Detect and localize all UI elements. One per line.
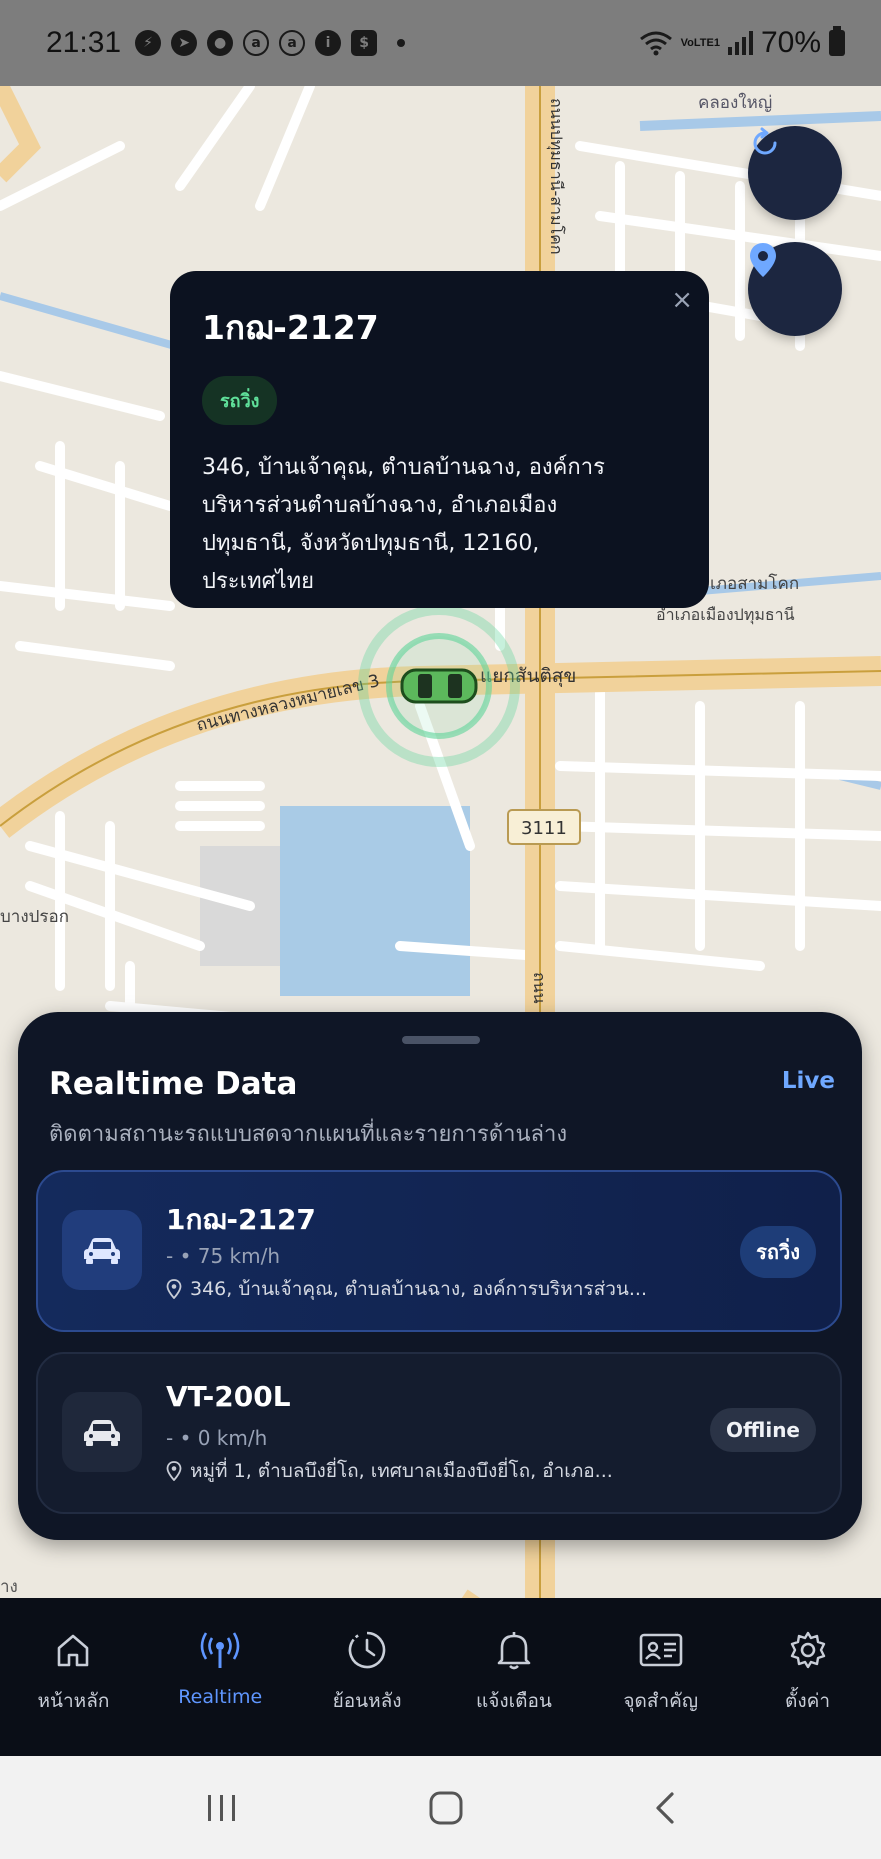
- popup-address: 346, บ้านเจ้าคุณ, ตำบลบ้านฉาง, องค์การ บ…: [202, 449, 677, 601]
- location-pin-icon: [750, 243, 776, 277]
- nav-item-settings[interactable]: ตั้งค่า: [734, 1598, 881, 1756]
- wifi-icon: [639, 31, 672, 56]
- gear-icon: [790, 1631, 825, 1669]
- refresh-button[interactable]: [748, 126, 842, 220]
- line-icon: ●: [207, 30, 234, 56]
- status-badge: รถวิ่ง: [740, 1226, 816, 1278]
- nav-label: แจ้งเตือน: [475, 1690, 552, 1712]
- bottom-navigation: หน้าหลัก Realtime ย้อนหลัง แจ้งเตือน จุด…: [0, 1598, 881, 1756]
- vehicle-address-text: หมู่ที่ 1, ตำบลบึงยี่โถ, เทศบาลเมืองบึงย…: [190, 1460, 613, 1482]
- vehicle-speed: - • 0 km/h: [166, 1426, 268, 1450]
- map-label-khlong: คลองใหญ่: [698, 92, 772, 113]
- info-icon: i: [315, 30, 342, 56]
- volte-indicator: VoLTE1: [680, 36, 720, 49]
- status-bar: 21:31 ⚡ ➤ ● a a i $ VoLTE1 70%: [0, 0, 881, 86]
- vehicle-name: 1กฌ-2127: [166, 1203, 316, 1236]
- map-label-district-1: เภอสามโคก: [710, 573, 799, 594]
- map-label-district-2: อำเภอเมืองปทุมธานี: [656, 605, 795, 625]
- nav-item-alerts[interactable]: แจ้งเตือน: [440, 1598, 587, 1756]
- address-line: ปทุมธานี, จังหวัดปทุมธานี, 12160,: [202, 531, 540, 556]
- battery-percent: 70%: [760, 26, 821, 59]
- vehicle-card[interactable]: VT-200L - • 0 km/h หมู่ที่ 1, ตำบลบึงยี่…: [36, 1352, 842, 1514]
- messenger-icon: ⚡: [135, 30, 162, 56]
- vehicle-address-text: 346, บ้านเจ้าคุณ, ตำบลบ้านฉาง, องค์การบร…: [190, 1278, 647, 1300]
- nav-item-realtime[interactable]: Realtime: [147, 1598, 294, 1756]
- nav-item-history[interactable]: ย้อนหลัง: [294, 1598, 441, 1756]
- back-icon[interactable]: [653, 1791, 677, 1825]
- sheet-subtitle: ติดตามสถานะรถแบบสดจากแผนที่และรายการด้าน…: [49, 1122, 568, 1147]
- status-badge: Offline: [710, 1408, 816, 1452]
- location-pin-icon: [166, 1279, 182, 1299]
- address-line: ประเทศไทย: [202, 569, 315, 594]
- telegram-icon: ➤: [171, 30, 198, 56]
- status-badge: รถวิ่ง: [202, 376, 278, 425]
- realtime-sheet: Realtime Data Live ติดตามสถานะรถแบบสดจาก…: [18, 1012, 862, 1540]
- car-icon: [62, 1392, 142, 1472]
- map-label-junction: แยกสันติสุข: [480, 665, 576, 688]
- vehicle-name: VT-200L: [166, 1380, 291, 1413]
- nav-label: Realtime: [178, 1686, 263, 1708]
- bell-icon: [497, 1632, 531, 1670]
- nav-label: หน้าหลัก: [37, 1690, 110, 1712]
- nav-label: ตั้งค่า: [785, 1690, 831, 1712]
- refresh-icon: [753, 127, 777, 155]
- nav-label: ย้อนหลัง: [332, 1690, 402, 1712]
- vehicle-card[interactable]: 1กฌ-2127 - • 75 km/h 346, บ้านเจ้าคุณ, ต…: [36, 1170, 842, 1332]
- signal-icon: [727, 31, 753, 55]
- vehicle-speed: - • 75 km/h: [166, 1244, 281, 1268]
- water-area: [280, 806, 470, 996]
- home-icon: [58, 1634, 89, 1667]
- broadcast-icon: [200, 1632, 240, 1668]
- map-label-corner: าง: [0, 1577, 18, 1597]
- battery-icon: [829, 26, 845, 56]
- map-label-road-south: ถนน: [530, 972, 549, 1004]
- car-icon: [62, 1210, 142, 1290]
- vehicle-address: 346, บ้านเจ้าคุณ, ตำบลบ้านฉาง, องค์การบร…: [166, 1274, 647, 1304]
- nav-item-places[interactable]: จุดสำคัญ: [587, 1598, 734, 1756]
- system-navigation-bar: [0, 1756, 881, 1859]
- notification-a-icon: a: [243, 30, 270, 56]
- more-notifications-dot: [397, 39, 406, 47]
- address-line: 346, บ้านเจ้าคุณ, ตำบลบ้านฉาง, องค์การ: [202, 455, 605, 480]
- location-pin-icon: [166, 1461, 182, 1481]
- notification-icons: ⚡ ➤ ● a a i $: [135, 30, 639, 56]
- map-label-road-north: ถนนปทุมธานี-สามโคก: [546, 98, 566, 255]
- locate-button[interactable]: [748, 242, 842, 336]
- sheet-drag-handle[interactable]: [402, 1036, 480, 1044]
- shop-icon: $: [351, 30, 378, 56]
- nav-label: จุดสำคัญ: [623, 1690, 699, 1712]
- nav-item-home[interactable]: หน้าหลัก: [0, 1598, 147, 1756]
- id-card-icon: [639, 1633, 683, 1667]
- history-icon: [348, 1631, 386, 1669]
- popup-title: 1กฌ-2127: [202, 308, 379, 347]
- address-line: บริหารส่วนตำบลบ้างฉาง, อำเภอเมือง: [202, 493, 558, 518]
- vehicle-address: หมู่ที่ 1, ตำบลบึงยี่โถ, เทศบาลเมืองบึงย…: [166, 1456, 613, 1486]
- sheet-title: Realtime Data: [49, 1066, 298, 1102]
- map-label-place-west: บางปรอก: [0, 907, 69, 927]
- recent-apps-icon[interactable]: [205, 1793, 239, 1823]
- live-indicator: Live: [781, 1068, 835, 1094]
- map-label-route: 3111: [521, 818, 567, 839]
- close-icon[interactable]: ×: [671, 285, 693, 315]
- notification-b-icon: a: [279, 30, 306, 56]
- status-time: 21:31: [46, 26, 122, 59]
- home-button-icon[interactable]: [428, 1790, 464, 1826]
- vehicle-info-popup: 1กฌ-2127 × รถวิ่ง 346, บ้านเจ้าคุณ, ตำบล…: [170, 271, 709, 608]
